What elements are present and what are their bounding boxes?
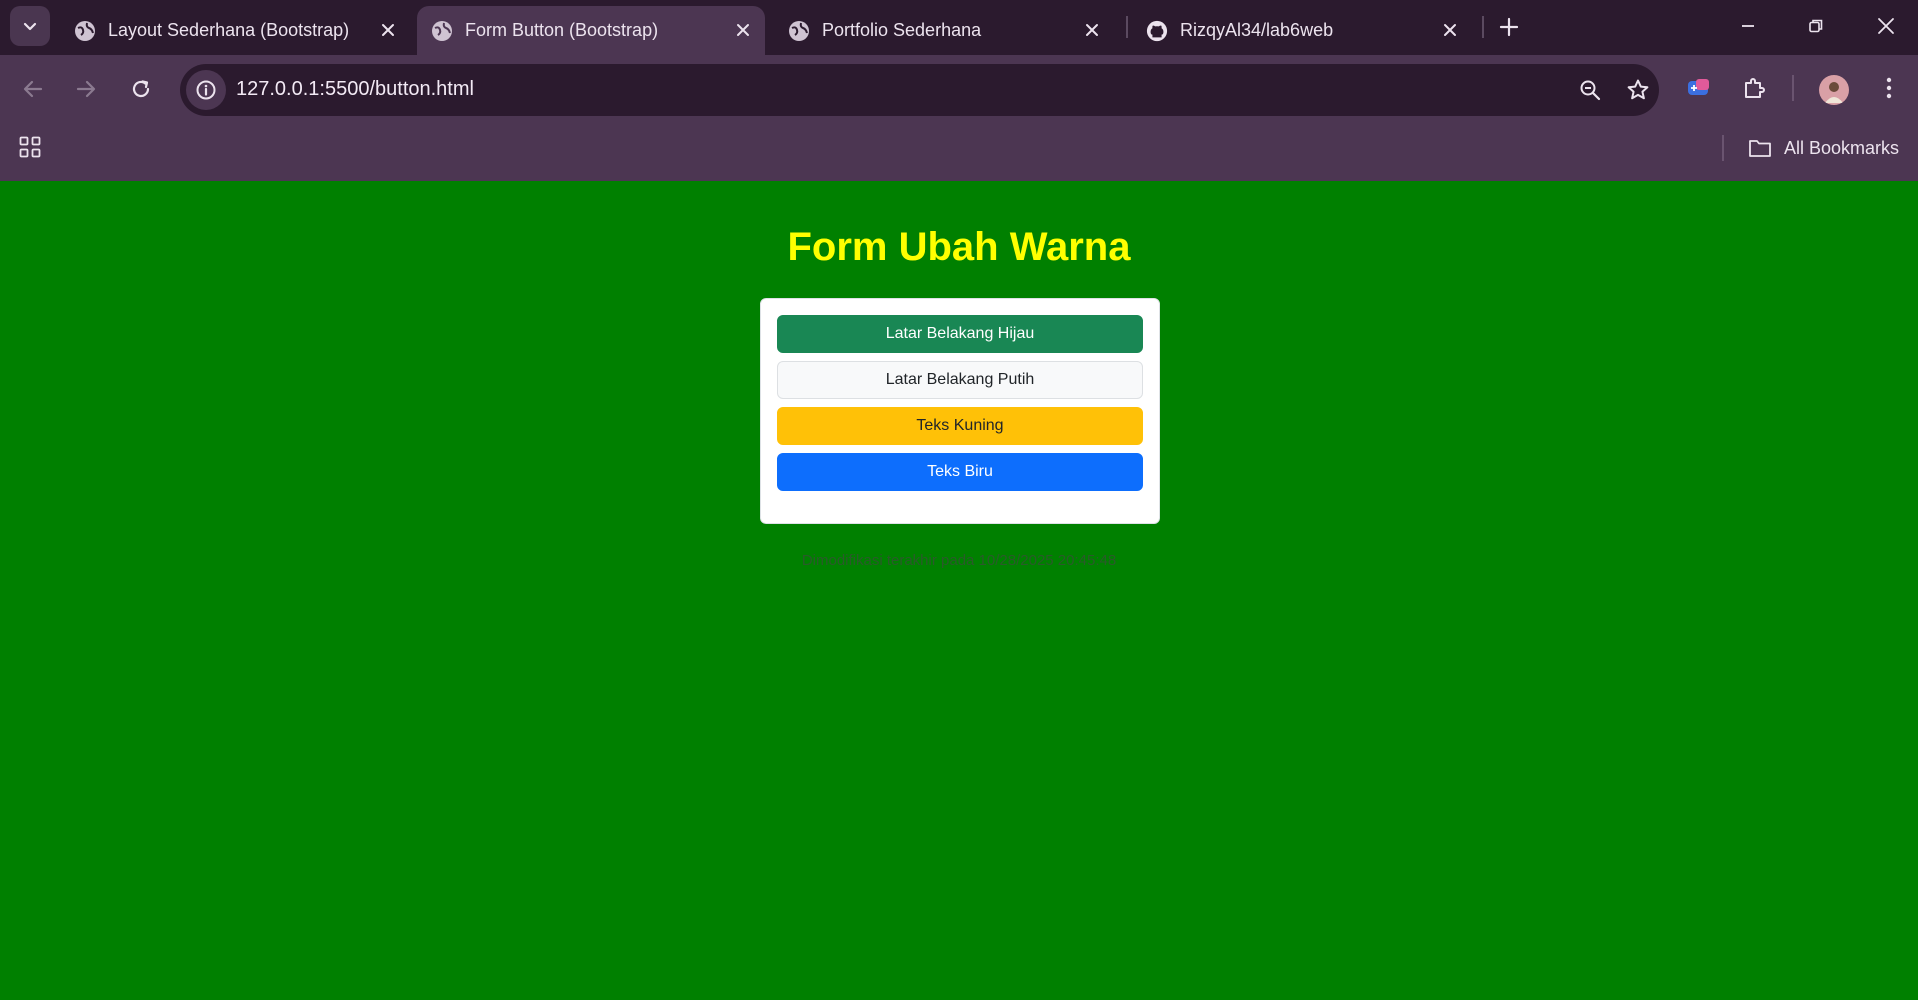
close-window-button[interactable] <box>1868 10 1904 42</box>
arrow-left-icon <box>23 80 43 98</box>
all-bookmarks-label: All Bookmarks <box>1784 137 1900 158</box>
tab-divider <box>1482 16 1484 38</box>
green-background-button[interactable]: Latar Belakang Hijau <box>777 315 1143 353</box>
tab-title: Form Button (Bootstrap) <box>465 20 659 40</box>
extensions-button[interactable] <box>1736 70 1772 106</box>
extension-translate-button[interactable] <box>1680 70 1716 106</box>
more-vert-icon <box>1886 77 1892 99</box>
tab-title: Portfolio Sederhana <box>822 20 982 40</box>
chevron-down-icon <box>23 22 37 31</box>
browser-menu-button[interactable] <box>1871 70 1907 106</box>
white-background-button[interactable]: Latar Belakang Putih <box>777 361 1143 399</box>
tab-github-lab6web[interactable]: RizqyAl34/lab6web <box>1132 6 1472 55</box>
tab-title: RizqyAl34/lab6web <box>1180 20 1334 40</box>
apps-button[interactable] <box>16 133 44 161</box>
url-text[interactable]: 127.0.0.1:5500/button.html <box>236 78 474 101</box>
zoom-button[interactable] <box>1574 74 1606 106</box>
close-icon[interactable] <box>376 18 400 42</box>
apps-grid-icon <box>19 136 41 158</box>
toolbar-divider <box>1792 75 1794 101</box>
reload-button[interactable] <box>121 69 161 109</box>
profile-avatar[interactable] <box>1819 75 1849 105</box>
back-button[interactable] <box>13 69 53 109</box>
minimize-icon <box>1742 25 1754 27</box>
globe-icon <box>788 20 810 42</box>
yellow-text-button[interactable]: Teks Kuning <box>777 407 1143 445</box>
reload-icon <box>132 80 150 98</box>
minimize-button[interactable] <box>1730 10 1766 42</box>
restore-button[interactable] <box>1798 10 1834 42</box>
globe-icon <box>431 20 453 42</box>
puzzle-icon <box>1745 78 1765 98</box>
blue-text-button[interactable]: Teks Biru <box>777 453 1143 491</box>
arrow-right-icon <box>76 80 96 98</box>
github-icon <box>1146 20 1168 42</box>
tab-search-button[interactable] <box>10 6 50 46</box>
tab-form-button[interactable]: Form Button (Bootstrap) <box>417 6 765 55</box>
folder-icon <box>1749 140 1771 157</box>
address-bar[interactable]: 127.0.0.1:5500/button.html <box>180 64 1659 116</box>
close-icon[interactable] <box>1438 18 1462 42</box>
star-icon <box>1627 79 1649 100</box>
globe-icon <box>74 20 96 42</box>
bookmarks-divider <box>1722 135 1724 161</box>
browser-toolbar: 127.0.0.1:5500/button.html All Bookmarks <box>0 55 1918 181</box>
tab-portfolio-sederhana[interactable]: Portfolio Sederhana <box>774 6 1114 55</box>
forward-button[interactable] <box>66 69 106 109</box>
close-icon <box>1878 18 1894 34</box>
avatar-image-icon <box>1825 82 1843 103</box>
tab-strip: Layout Sederhana (Bootstrap) Form Button… <box>0 0 1918 55</box>
restore-icon <box>1809 19 1823 33</box>
info-icon <box>196 80 216 100</box>
page-title: Form Ubah Warna <box>787 225 1131 269</box>
bookmark-star-button[interactable] <box>1622 74 1654 106</box>
last-modified-text: Dimodifikasi terakhir pada 10/28/2025 20… <box>801 552 1117 569</box>
button-card: Latar Belakang Hijau Latar Belakang Puti… <box>760 298 1160 524</box>
tab-divider <box>1126 16 1128 38</box>
tab-layout-sederhana[interactable]: Layout Sederhana (Bootstrap) <box>60 6 410 55</box>
new-tab-button[interactable] <box>1494 12 1524 42</box>
plus-icon <box>1499 17 1519 37</box>
tab-title: Layout Sederhana (Bootstrap) <box>108 20 350 40</box>
translate-extension-icon <box>1688 79 1709 95</box>
close-icon[interactable] <box>1080 18 1104 42</box>
zoom-out-icon <box>1580 80 1601 101</box>
all-bookmarks-button[interactable]: All Bookmarks <box>1748 133 1899 163</box>
site-info-button[interactable] <box>186 70 226 110</box>
close-icon[interactable] <box>731 18 755 42</box>
